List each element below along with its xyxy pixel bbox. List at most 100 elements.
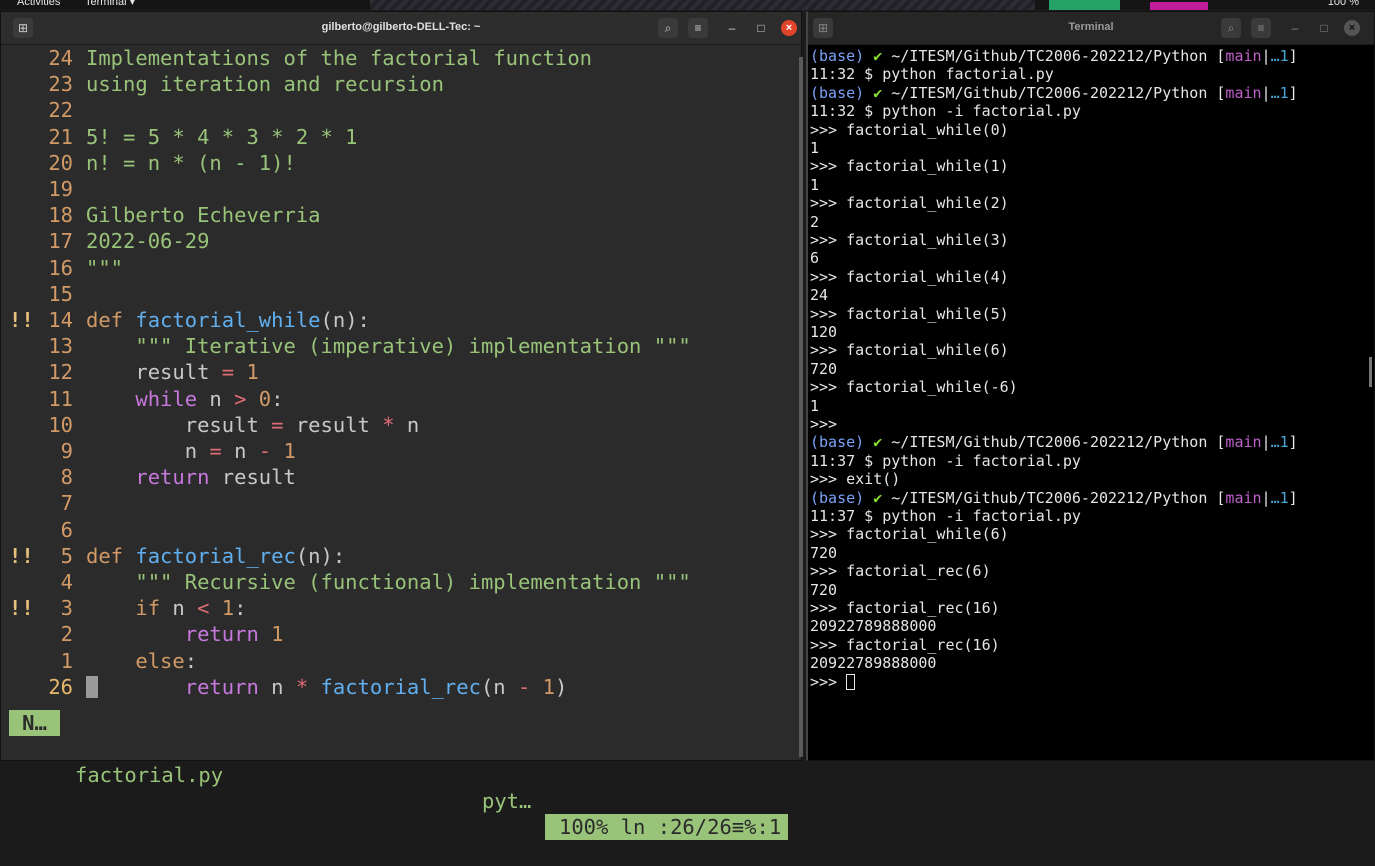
code-line[interactable]: 1 else: <box>9 648 788 674</box>
separator: | <box>1261 83 1271 102</box>
bracket: ] <box>1288 433 1298 452</box>
conda-env: (base) <box>810 83 865 102</box>
code-line[interactable]: 19 <box>9 176 788 202</box>
code-line[interactable]: 12 result = 1 <box>9 359 788 385</box>
close-icon[interactable]: × <box>1344 20 1360 36</box>
code-line[interactable]: !! 3 if n < 1: <box>9 595 788 621</box>
search-icon[interactable]: ⌕ <box>1221 18 1241 38</box>
activities-button[interactable]: Activities <box>17 0 60 9</box>
code-line[interactable]: 21 5! = 5 * 4 * 3 * 2 * 1 <box>9 124 788 150</box>
vim-terminal-window[interactable]: ⊞ gilberto@gilberto-DELL-Tec: ~ ⌕ ≡ – □ … <box>0 11 803 840</box>
terminal-output[interactable]: (base) ✔ ~/ITESM/Github/TC2006-202212/Py… <box>808 45 1368 745</box>
output-line: >>> factorial_while(0) <box>810 120 1009 139</box>
code-text: while n > 0: <box>86 386 283 412</box>
code-token: factorial_rec <box>308 674 481 699</box>
git-branch: main <box>1225 83 1262 102</box>
code-token: else <box>86 648 185 673</box>
code-line[interactable]: 18 Gilberto Echeverria <box>9 202 788 228</box>
search-icon[interactable]: ⌕ <box>658 18 678 38</box>
output-line: 2 <box>810 212 820 231</box>
code-line[interactable]: 15 <box>9 281 788 307</box>
minimize-icon[interactable]: – <box>722 18 742 38</box>
code-text: return result <box>86 464 295 490</box>
code-text: return 1 <box>86 621 284 647</box>
minimize-icon[interactable]: – <box>1285 18 1305 38</box>
code-line[interactable]: 16 """ <box>9 255 788 281</box>
battery-indicator[interactable]: 100 % <box>1328 0 1359 9</box>
maximize-icon[interactable]: □ <box>751 18 771 38</box>
code-text: return n * factorial_rec(n - 1) <box>86 674 568 700</box>
menu-icon[interactable]: ≡ <box>1251 18 1271 38</box>
code-token: n <box>209 386 235 411</box>
code-line[interactable]: 4 """ Recursive (functional) implementat… <box>9 569 788 595</box>
code-text: def factorial_rec(n): <box>86 543 345 569</box>
code-token: return <box>86 622 272 647</box>
line-number: 20 <box>48 150 73 175</box>
code-token: = <box>209 439 222 463</box>
code-line[interactable]: 20 n! = n * (n - 1)! <box>9 150 788 176</box>
scrollbar[interactable] <box>1369 357 1372 387</box>
code-line[interactable]: 13 """ Iterative (imperative) implementa… <box>9 333 788 359</box>
line-number: 12 <box>48 360 73 385</box>
maximize-icon[interactable]: □ <box>1314 18 1334 38</box>
code-line[interactable]: 22 <box>9 97 788 123</box>
cwd-path: ~/ITESM/Github/TC2006-202212/Python <box>891 433 1208 452</box>
code-token: 1 <box>271 622 284 647</box>
code-text: """ Recursive (functional) implementatio… <box>86 569 690 595</box>
code-line[interactable]: 23 using iteration and recursion <box>9 71 788 97</box>
output-line: 720 <box>810 359 838 378</box>
code-token: if <box>86 596 173 621</box>
code-line[interactable]: 8 return result <box>9 464 788 490</box>
line-number: 19 <box>48 177 73 201</box>
code-token: (n): <box>320 308 370 332</box>
code-text: def factorial_while(n): <box>86 307 370 333</box>
code-token: ) <box>555 674 568 699</box>
code-line[interactable]: 24 Implementations of the factorial funct… <box>9 45 788 71</box>
output-line: 1 <box>810 175 820 194</box>
menu-icon[interactable]: ≡ <box>688 18 708 38</box>
git-status: …1 <box>1270 47 1289 65</box>
code-line[interactable]: 10 result = result * n <box>9 412 788 438</box>
line-number: 7 <box>60 491 73 516</box>
code-token: 2022-06-29 <box>86 229 210 254</box>
code-token: result <box>86 360 222 385</box>
code-token: def <box>86 308 136 332</box>
bracket: ] <box>1288 83 1298 102</box>
vim-editor[interactable]: 24 Implementations of the factorial funct… <box>9 45 788 840</box>
scrollbar[interactable] <box>799 57 803 757</box>
code-line[interactable]: !! 5 def factorial_rec(n): <box>9 543 788 569</box>
code-token: (n <box>480 674 518 699</box>
code-line[interactable]: !! 14 def factorial_while(n): <box>9 307 788 333</box>
code-token: n <box>86 439 210 463</box>
app-menu[interactable]: Terminal ▾ <box>85 0 135 9</box>
output-line: 720 <box>810 543 838 562</box>
code-line[interactable]: 9 n = n - 1 <box>9 438 788 464</box>
close-icon[interactable]: × <box>781 20 797 36</box>
vim-titlebar[interactable]: ⊞ gilberto@gilberto-DELL-Tec: ~ ⌕ ≡ – □ … <box>1 12 801 45</box>
code-line[interactable]: 7 <box>9 490 788 516</box>
output-line: >>> factorial_while(5) <box>810 304 1009 323</box>
code-line[interactable]: 6 <box>9 517 788 543</box>
terminal-window[interactable]: ⊞ Terminal ⌕ ≡ – □ × (base) ✔ ~/ITESM/Gi… <box>806 11 1375 761</box>
line-number: 26 <box>48 674 73 699</box>
code-line[interactable]: 26 return n * factorial_rec(n - 1) <box>9 674 788 700</box>
status-check-icon: ✔ <box>873 488 883 507</box>
output-line: 11:32 $ python -i factorial.py <box>810 102 1081 121</box>
output-line: >>> factorial_rec(16) <box>810 635 1000 654</box>
code-line[interactable]: 2 return 1 <box>9 621 788 647</box>
line-number: 10 <box>48 412 73 437</box>
terminal-titlebar[interactable]: ⊞ Terminal ⌕ ≡ – □ × <box>808 12 1374 45</box>
input-line: >>> <box>810 673 856 691</box>
code-token: Gilberto Echeverria <box>86 203 321 228</box>
code-token: return <box>86 674 272 699</box>
output-line: 1 <box>810 139 820 157</box>
code-token: while <box>86 386 210 411</box>
cwd-path: ~/ITESM/Github/TC2006-202212/Python <box>891 488 1208 507</box>
code-text: result = 1 <box>86 359 258 385</box>
code-line[interactable]: 17 2022-06-29 <box>9 228 788 254</box>
line-number: 24 <box>48 46 73 70</box>
output-line: 20922789888000 <box>810 654 937 673</box>
code-line[interactable]: 11 while n > 0: <box>9 386 788 412</box>
output-line: 11:37 $ python -i factorial.py <box>810 507 1081 525</box>
bracket: ] <box>1288 488 1298 507</box>
